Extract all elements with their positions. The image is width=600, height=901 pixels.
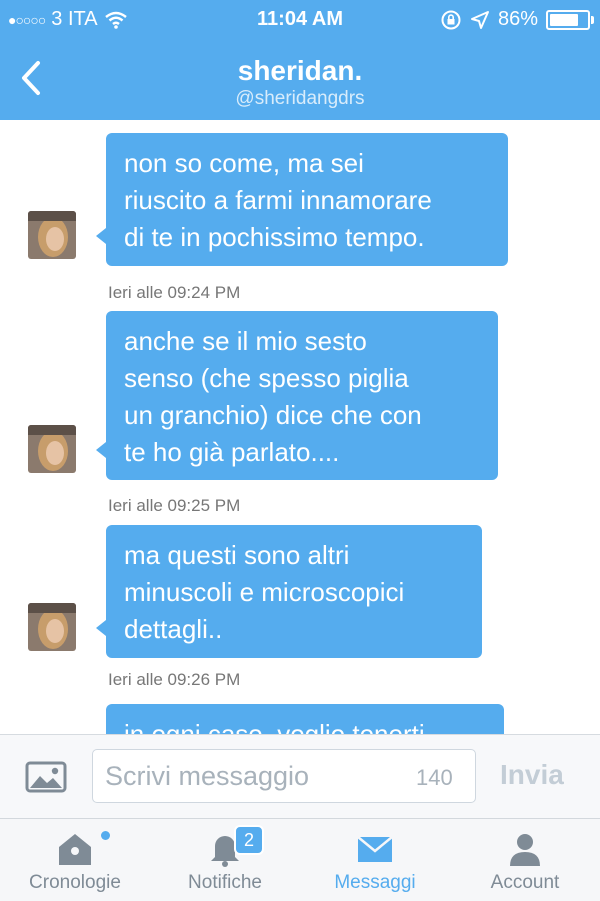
avatar[interactable] [28,211,76,259]
person-icon [510,834,540,866]
rotation-lock-icon [441,10,461,29]
message-bubble[interactable]: in ogni caso, voglio tenerti [106,704,504,734]
tab-account[interactable]: Account [450,819,600,901]
message-list[interactable]: non so come, ma sei riuscito a farmi inn… [0,120,600,734]
tab-messaggi[interactable]: Messaggi [300,819,450,901]
avatar-image [28,211,76,259]
message-timestamp: Ieri alle 09:24 PM [108,283,241,302]
avatar[interactable] [28,425,76,473]
tab-label: Account [490,872,560,893]
message-bubble[interactable]: non so come, ma sei riuscito a farmi inn… [96,133,508,266]
status-bar: ●○○○○ 3 ITA 11:04 AM 86% [0,0,600,38]
avatar-image [28,603,76,651]
send-button[interactable]: Invia [500,759,564,791]
photo-icon [25,761,67,793]
conversation-title: sheridan. [237,55,363,86]
tab-notifiche[interactable]: 2 Notifiche [150,819,300,901]
notification-badge: 2 [234,825,264,855]
message-composer: 140 Invia [0,734,600,819]
tab-label: Messaggi [334,872,416,893]
tab-label: Notifiche [188,872,262,893]
battery-level [550,13,578,26]
envelope-icon [357,836,393,862]
battery-percentage: 86% [497,8,538,30]
tab-label: Cronologie [29,872,121,893]
message-timestamp: Ieri alle 09:26 PM [108,670,241,689]
avatar[interactable] [28,603,76,651]
tab-cronologie[interactable]: Cronologie [0,819,150,901]
battery-icon [546,9,594,30]
message-bubble[interactable]: ma questi sono altri minuscoli e microsc… [96,525,482,658]
status-right: 86% [440,8,594,31]
character-counter: 140 [416,765,453,790]
new-activity-dot [101,831,110,840]
location-arrow-icon [470,10,489,29]
home-icon [59,834,91,865]
conversation-handle: @sheridangdrs [235,88,365,109]
avatar-image [28,425,76,473]
conversation-header: ●○○○○ 3 ITA 11:04 AM 86% sheridan. @sher… [0,0,600,120]
message-timestamp: Ieri alle 09:25 PM [108,496,241,515]
add-photo-button[interactable] [25,761,67,793]
message-bubble[interactable]: anche se il mio sesto senso (che spesso … [96,311,498,480]
tab-bar: Cronologie 2 Notifiche Messaggi Account [0,818,600,901]
